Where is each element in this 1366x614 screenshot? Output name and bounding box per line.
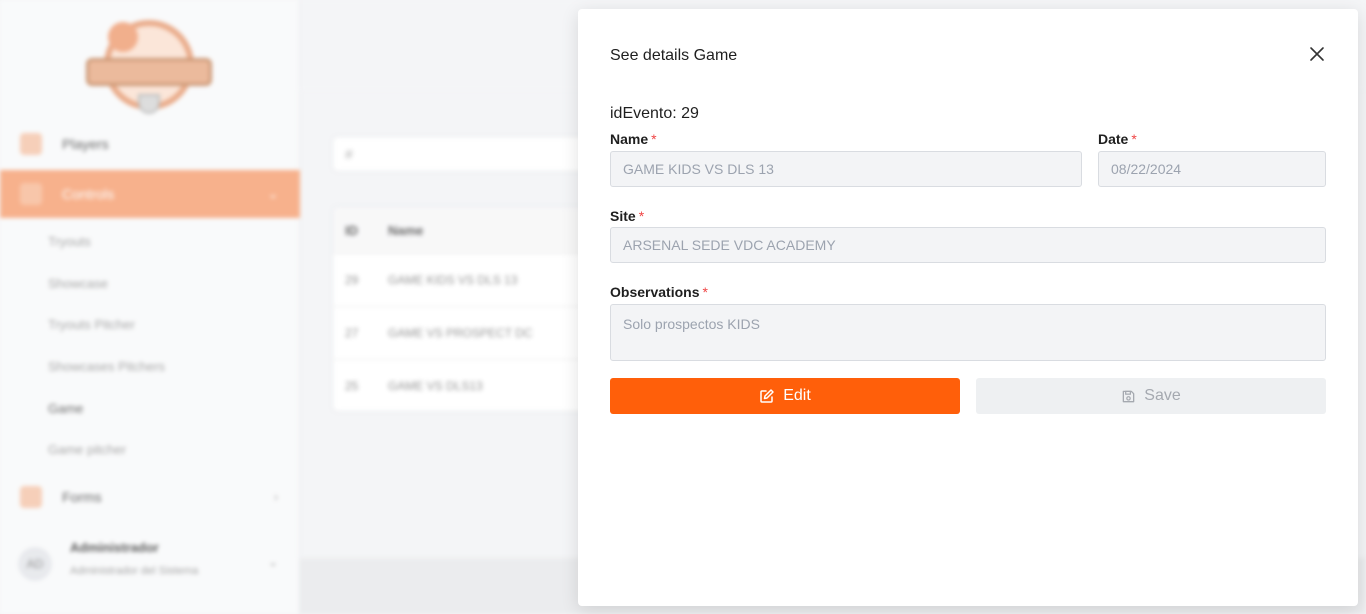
- close-icon: [1310, 47, 1324, 61]
- edit-button[interactable]: Edit: [610, 378, 960, 414]
- required-mark: *: [1131, 131, 1137, 147]
- required-mark: *: [638, 208, 645, 224]
- edit-button-label: Edit: [783, 387, 811, 404]
- site-label-text: Site: [610, 208, 636, 224]
- site-field[interactable]: ARSENAL SEDE VDC ACADEMY: [610, 227, 1326, 263]
- save-button-label: Save: [1144, 387, 1181, 404]
- site-label: Site *: [610, 208, 644, 224]
- site-field-value: ARSENAL SEDE VDC ACADEMY: [623, 237, 836, 253]
- game-details-modal: See details Game idEvento: 29 Name * GAME…: [578, 9, 1358, 606]
- observations-label-text: Observations: [610, 284, 700, 300]
- edit-icon: [760, 389, 774, 403]
- close-button[interactable]: [1308, 45, 1326, 63]
- required-mark: *: [651, 131, 657, 147]
- required-mark: *: [702, 284, 708, 300]
- date-label: Date *: [1098, 131, 1137, 147]
- save-icon: [1122, 390, 1135, 402]
- date-label-text: Date: [1098, 131, 1129, 147]
- name-field[interactable]: GAME KIDS VS DLS 13: [610, 151, 1082, 187]
- name-label-text: Name: [610, 131, 649, 147]
- save-button[interactable]: Save: [976, 378, 1326, 414]
- name-label: Name *: [610, 131, 657, 147]
- observations-field[interactable]: Solo prospectos KIDS: [610, 304, 1326, 361]
- observations-field-value: Solo prospectos KIDS: [623, 316, 760, 332]
- name-field-value: GAME KIDS VS DLS 13: [623, 161, 774, 177]
- modal-title: See details Game: [610, 47, 738, 64]
- date-field-value: 08/22/2024: [1111, 161, 1182, 177]
- event-id: idEvento: 29: [610, 105, 699, 122]
- observations-label: Observations *: [610, 284, 708, 300]
- date-field[interactable]: 08/22/2024: [1098, 151, 1326, 187]
